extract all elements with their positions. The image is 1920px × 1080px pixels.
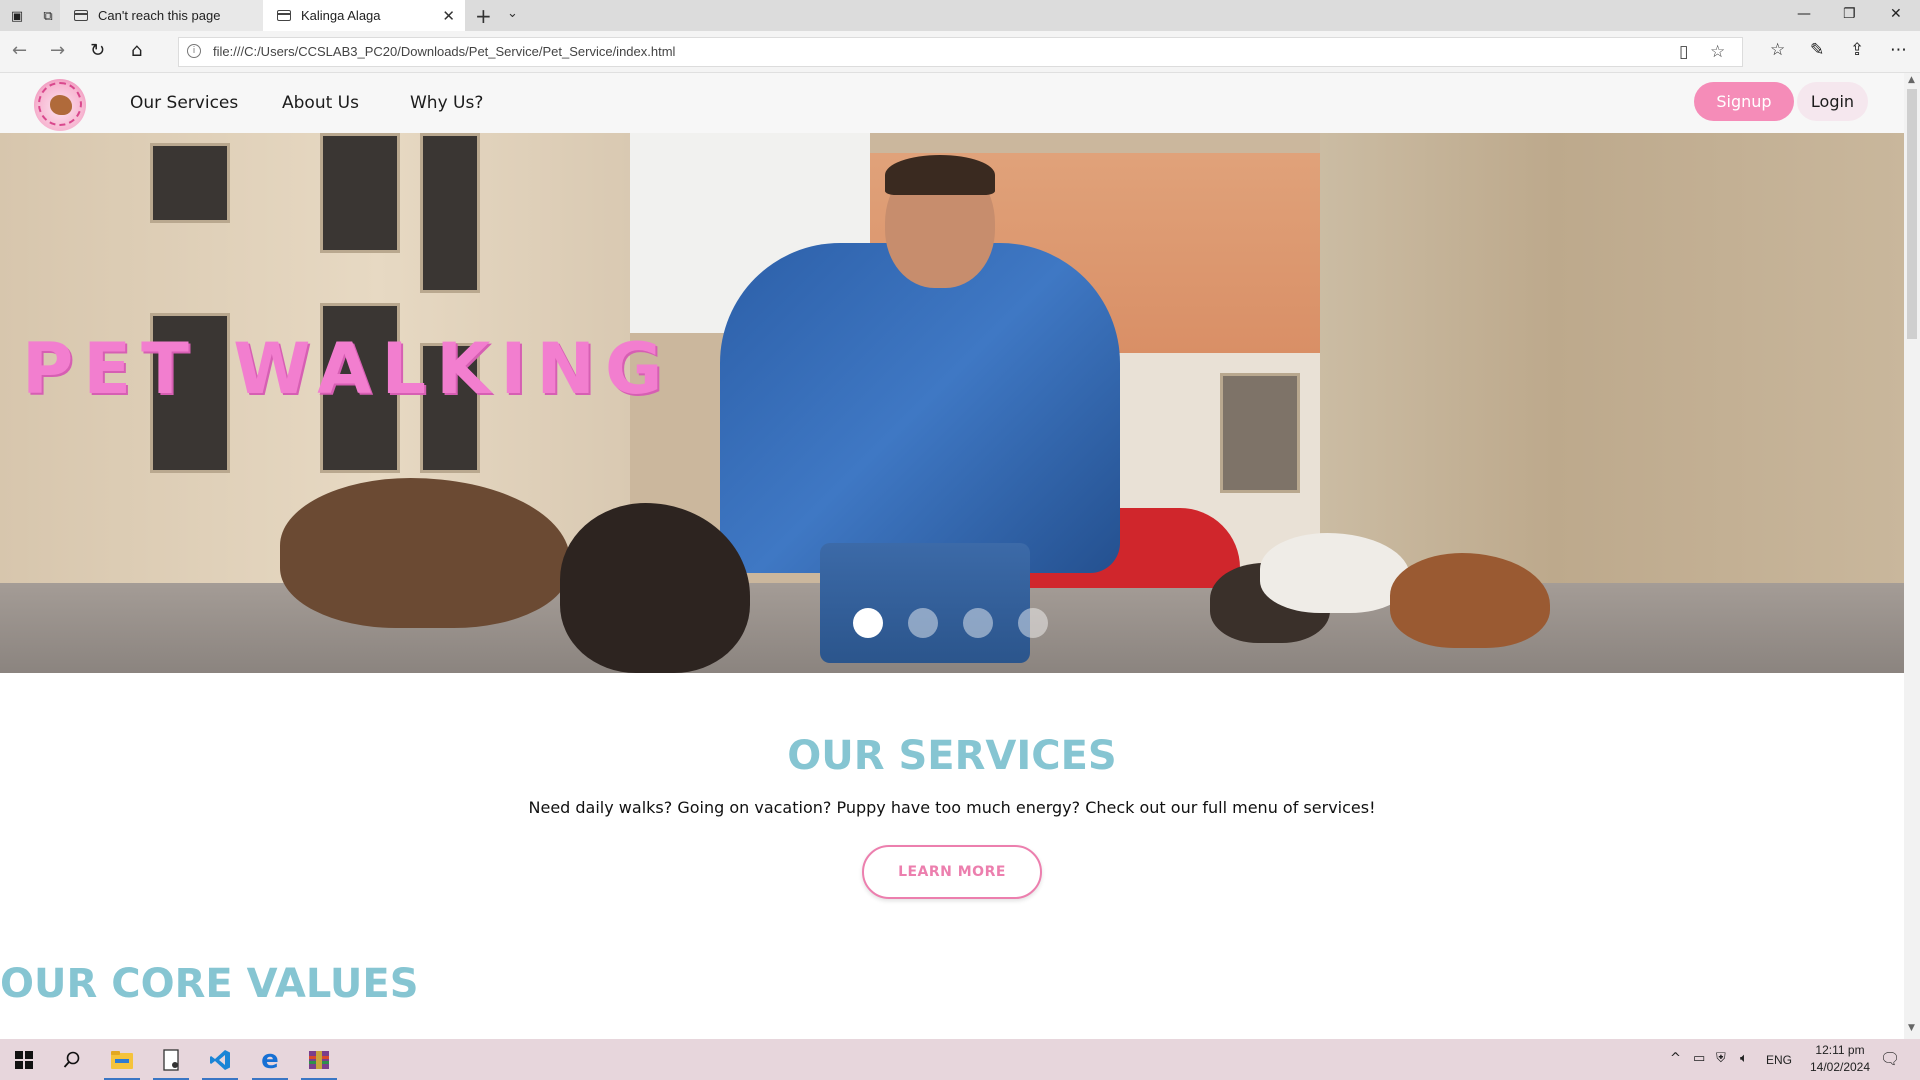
services-heading: OUR SERVICES [787, 733, 1117, 779]
network-icon[interactable]: ▭ [1693, 1051, 1705, 1066]
clock-date[interactable]: 14/02/2024 [1802, 1060, 1878, 1074]
hero-photo-person [720, 243, 1120, 573]
url-field[interactable]: i file:///C:/Users/CCSLAB3_PC20/Download… [178, 37, 1743, 67]
vscode-logo-icon [210, 1049, 230, 1070]
hero-photo-window [320, 133, 400, 253]
url-text[interactable]: file:///C:/Users/CCSLAB3_PC20/Downloads/… [213, 44, 675, 59]
scroll-up-icon[interactable]: ▲ [1908, 75, 1915, 85]
archive-icon [309, 1050, 329, 1069]
core-values-heading: OUR CORE VALUES [0, 961, 419, 1007]
clock-time[interactable]: 12:11 pm [1810, 1043, 1870, 1057]
carousel-dot-1[interactable] [853, 608, 883, 638]
windows-logo-icon [15, 1050, 33, 1069]
hero-photo-hair [885, 155, 995, 195]
volume-icon[interactable]: 🔈︎ [1740, 1051, 1748, 1066]
forward-icon[interactable]: → [50, 40, 65, 61]
back-icon[interactable]: ← [12, 40, 27, 61]
folder-icon [111, 1050, 133, 1069]
favorite-star-icon[interactable]: ☆ [1710, 42, 1725, 62]
search-icon[interactable] [48, 1039, 96, 1080]
web-page: Our Services About Us Why Us? Signup Log… [0, 73, 1904, 1039]
tab-title: Kalinga Alaga [301, 8, 381, 23]
home-icon[interactable]: ⌂ [131, 40, 142, 61]
page-scrollbar[interactable]: ▲ ▼ [1904, 73, 1920, 1039]
carousel-dot-2[interactable] [908, 608, 938, 638]
hero-photo-jeans [820, 543, 1030, 663]
hero-title: PET WALKING [22, 328, 673, 410]
page-icon [277, 10, 291, 21]
hero-photo-window [420, 133, 480, 293]
favorites-hub-icon[interactable]: ☆ [1770, 40, 1785, 60]
services-description: Need daily walks? Going on vacation? Pup… [528, 798, 1376, 817]
page-icon [74, 10, 88, 21]
site-navbar: Our Services About Us Why Us? Signup Log… [0, 73, 1904, 133]
nav-link-about-us[interactable]: About Us [282, 93, 359, 113]
edge-logo-icon: e [261, 1044, 279, 1075]
carousel-indicators [853, 608, 1048, 638]
more-icon[interactable]: ⋯ [1890, 40, 1907, 60]
site-logo[interactable] [34, 79, 86, 131]
vscode-icon[interactable] [196, 1039, 244, 1080]
share-icon[interactable]: ⇪ [1850, 40, 1864, 60]
scroll-thumb[interactable] [1907, 89, 1917, 339]
reading-view-icon[interactable]: ▯ [1679, 42, 1688, 62]
security-icon[interactable]: ⛨ [1716, 1051, 1726, 1066]
document-icon [163, 1048, 179, 1071]
logo-dog-icon [50, 95, 72, 115]
windows-taskbar: e ^ ▭ ⛨ 🔈︎ ENG 12:11 pm 14/02/2024 🗨︎ [0, 1039, 1920, 1080]
learn-more-button[interactable]: LEARN MORE [862, 845, 1042, 899]
browser-tab-bar: ▣ ⧉ Can't reach this page Kalinga Alaga … [0, 0, 1920, 31]
tab-actions-icon[interactable]: ▣ [6, 5, 28, 27]
address-bar-row: ← → ↻ ⌂ i file:///C:/Users/CCSLAB3_PC20/… [0, 31, 1920, 73]
tab-cant-reach[interactable]: Can't reach this page [60, 0, 263, 31]
info-icon[interactable]: i [187, 44, 201, 58]
set-tabs-aside-icon[interactable]: ⧉ [37, 5, 59, 27]
tab-title: Can't reach this page [98, 8, 221, 23]
magnifier-icon [63, 1051, 80, 1068]
carousel-dot-4[interactable] [1018, 608, 1048, 638]
hero-photo-window [1220, 373, 1300, 493]
hero-photo-window [150, 143, 230, 223]
notepad-icon[interactable] [147, 1039, 195, 1080]
carousel-dot-3[interactable] [963, 608, 993, 638]
edge-icon[interactable]: e [246, 1039, 294, 1080]
nav-link-our-services[interactable]: Our Services [130, 93, 238, 113]
file-explorer-icon[interactable] [98, 1039, 146, 1080]
close-tab-icon[interactable]: ✕ [442, 7, 455, 25]
scroll-down-icon[interactable]: ▼ [1908, 1023, 1915, 1033]
minimize-icon[interactable]: — [1797, 6, 1811, 22]
hero-carousel: PET WALKING [0, 133, 1904, 673]
new-tab-icon[interactable]: + [475, 4, 492, 28]
signup-button[interactable]: Signup [1694, 82, 1794, 121]
action-center-icon[interactable]: 🗨︎ [1880, 1049, 1900, 1068]
tab-list-chevron-icon[interactable]: ⌄ [507, 6, 518, 21]
language-indicator[interactable]: ENG [1766, 1053, 1792, 1067]
web-notes-icon[interactable]: ✎ [1810, 40, 1824, 60]
show-hidden-icons-caret[interactable]: ^ [1670, 1051, 1681, 1066]
login-button[interactable]: Login [1797, 82, 1868, 121]
refresh-icon[interactable]: ↻ [90, 40, 105, 61]
nav-link-why-us[interactable]: Why Us? [410, 93, 483, 113]
winrar-icon[interactable] [295, 1039, 343, 1080]
start-icon[interactable] [0, 1039, 48, 1080]
window-close-icon[interactable]: ✕ [1890, 6, 1902, 22]
tab-kalinga-alaga[interactable]: Kalinga Alaga ✕ [263, 0, 465, 31]
restore-icon[interactable]: ❐ [1843, 6, 1856, 22]
